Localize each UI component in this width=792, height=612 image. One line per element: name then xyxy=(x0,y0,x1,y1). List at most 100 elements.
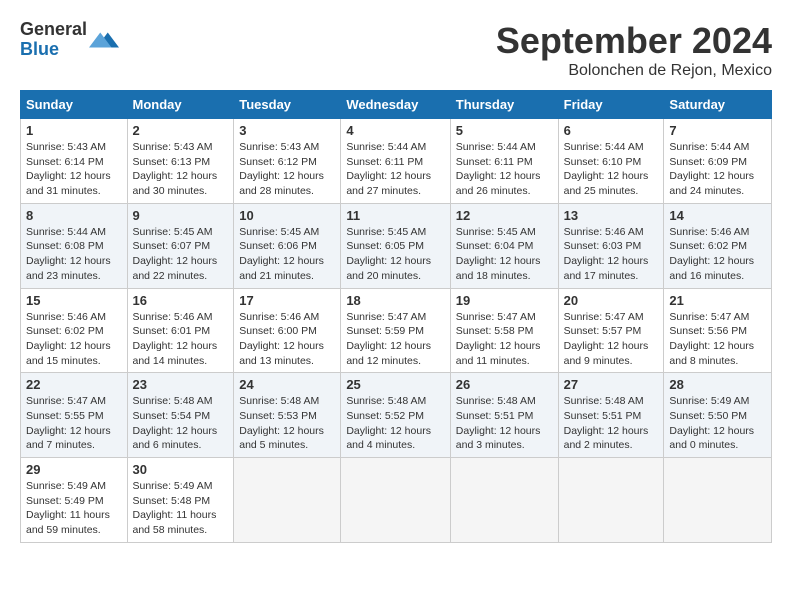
day-number: 25 xyxy=(346,377,444,392)
calendar-cell: 2 Sunrise: 5:43 AMSunset: 6:13 PMDayligh… xyxy=(127,119,234,204)
day-number: 8 xyxy=(26,208,122,223)
month-title: September 2024 xyxy=(496,20,772,62)
calendar-cell xyxy=(664,458,772,543)
header-monday: Monday xyxy=(127,91,234,119)
day-info: Sunrise: 5:43 AMSunset: 6:13 PMDaylight:… xyxy=(133,141,218,197)
calendar-cell: 28 Sunrise: 5:49 AMSunset: 5:50 PMDaylig… xyxy=(664,373,772,458)
day-info: Sunrise: 5:45 AMSunset: 6:07 PMDaylight:… xyxy=(133,226,218,282)
page-header: General Blue September 2024 Bolonchen de… xyxy=(20,20,772,80)
day-info: Sunrise: 5:47 AMSunset: 5:58 PMDaylight:… xyxy=(456,311,541,367)
calendar-row-1: 1 Sunrise: 5:43 AMSunset: 6:14 PMDayligh… xyxy=(21,119,772,204)
day-info: Sunrise: 5:47 AMSunset: 5:56 PMDaylight:… xyxy=(669,311,754,367)
day-info: Sunrise: 5:49 AMSunset: 5:50 PMDaylight:… xyxy=(669,395,754,451)
calendar-cell: 11 Sunrise: 5:45 AMSunset: 6:05 PMDaylig… xyxy=(341,203,450,288)
calendar-cell xyxy=(234,458,341,543)
day-number: 10 xyxy=(239,208,335,223)
calendar-cell xyxy=(341,458,450,543)
header-tuesday: Tuesday xyxy=(234,91,341,119)
calendar-cell: 8 Sunrise: 5:44 AMSunset: 6:08 PMDayligh… xyxy=(21,203,128,288)
day-number: 2 xyxy=(133,123,229,138)
day-info: Sunrise: 5:48 AMSunset: 5:52 PMDaylight:… xyxy=(346,395,431,451)
day-info: Sunrise: 5:46 AMSunset: 6:03 PMDaylight:… xyxy=(564,226,649,282)
location: Bolonchen de Rejon, Mexico xyxy=(496,62,772,80)
calendar-cell: 7 Sunrise: 5:44 AMSunset: 6:09 PMDayligh… xyxy=(664,119,772,204)
calendar-table: Sunday Monday Tuesday Wednesday Thursday… xyxy=(20,90,772,543)
day-info: Sunrise: 5:46 AMSunset: 6:02 PMDaylight:… xyxy=(26,311,111,367)
calendar-row-2: 8 Sunrise: 5:44 AMSunset: 6:08 PMDayligh… xyxy=(21,203,772,288)
logo-icon xyxy=(89,25,119,55)
calendar-cell: 18 Sunrise: 5:47 AMSunset: 5:59 PMDaylig… xyxy=(341,288,450,373)
calendar-cell: 30 Sunrise: 5:49 AMSunset: 5:48 PMDaylig… xyxy=(127,458,234,543)
header-friday: Friday xyxy=(558,91,664,119)
calendar-cell: 6 Sunrise: 5:44 AMSunset: 6:10 PMDayligh… xyxy=(558,119,664,204)
calendar-cell: 15 Sunrise: 5:46 AMSunset: 6:02 PMDaylig… xyxy=(21,288,128,373)
calendar-row-4: 22 Sunrise: 5:47 AMSunset: 5:55 PMDaylig… xyxy=(21,373,772,458)
day-info: Sunrise: 5:48 AMSunset: 5:51 PMDaylight:… xyxy=(564,395,649,451)
header-saturday: Saturday xyxy=(664,91,772,119)
day-info: Sunrise: 5:43 AMSunset: 6:12 PMDaylight:… xyxy=(239,141,324,197)
day-number: 16 xyxy=(133,293,229,308)
day-number: 20 xyxy=(564,293,659,308)
day-info: Sunrise: 5:49 AMSunset: 5:49 PMDaylight:… xyxy=(26,480,110,536)
calendar-cell: 22 Sunrise: 5:47 AMSunset: 5:55 PMDaylig… xyxy=(21,373,128,458)
day-number: 27 xyxy=(564,377,659,392)
day-info: Sunrise: 5:46 AMSunset: 6:00 PMDaylight:… xyxy=(239,311,324,367)
calendar-cell: 10 Sunrise: 5:45 AMSunset: 6:06 PMDaylig… xyxy=(234,203,341,288)
day-number: 26 xyxy=(456,377,553,392)
calendar-cell: 16 Sunrise: 5:46 AMSunset: 6:01 PMDaylig… xyxy=(127,288,234,373)
calendar-cell xyxy=(558,458,664,543)
day-info: Sunrise: 5:49 AMSunset: 5:48 PMDaylight:… xyxy=(133,480,217,536)
calendar-cell: 29 Sunrise: 5:49 AMSunset: 5:49 PMDaylig… xyxy=(21,458,128,543)
day-number: 11 xyxy=(346,208,444,223)
calendar-cell: 17 Sunrise: 5:46 AMSunset: 6:00 PMDaylig… xyxy=(234,288,341,373)
day-number: 12 xyxy=(456,208,553,223)
weekday-header-row: Sunday Monday Tuesday Wednesday Thursday… xyxy=(21,91,772,119)
day-number: 7 xyxy=(669,123,766,138)
day-number: 21 xyxy=(669,293,766,308)
day-info: Sunrise: 5:48 AMSunset: 5:54 PMDaylight:… xyxy=(133,395,218,451)
day-number: 3 xyxy=(239,123,335,138)
calendar-cell: 25 Sunrise: 5:48 AMSunset: 5:52 PMDaylig… xyxy=(341,373,450,458)
calendar-cell: 19 Sunrise: 5:47 AMSunset: 5:58 PMDaylig… xyxy=(450,288,558,373)
calendar-cell: 12 Sunrise: 5:45 AMSunset: 6:04 PMDaylig… xyxy=(450,203,558,288)
calendar-row-3: 15 Sunrise: 5:46 AMSunset: 6:02 PMDaylig… xyxy=(21,288,772,373)
day-info: Sunrise: 5:44 AMSunset: 6:09 PMDaylight:… xyxy=(669,141,754,197)
day-number: 30 xyxy=(133,462,229,477)
day-info: Sunrise: 5:45 AMSunset: 6:05 PMDaylight:… xyxy=(346,226,431,282)
calendar-cell: 1 Sunrise: 5:43 AMSunset: 6:14 PMDayligh… xyxy=(21,119,128,204)
day-info: Sunrise: 5:45 AMSunset: 6:04 PMDaylight:… xyxy=(456,226,541,282)
day-number: 15 xyxy=(26,293,122,308)
day-info: Sunrise: 5:44 AMSunset: 6:08 PMDaylight:… xyxy=(26,226,111,282)
day-info: Sunrise: 5:48 AMSunset: 5:53 PMDaylight:… xyxy=(239,395,324,451)
day-info: Sunrise: 5:44 AMSunset: 6:11 PMDaylight:… xyxy=(346,141,431,197)
calendar-cell: 26 Sunrise: 5:48 AMSunset: 5:51 PMDaylig… xyxy=(450,373,558,458)
day-info: Sunrise: 5:47 AMSunset: 5:55 PMDaylight:… xyxy=(26,395,111,451)
calendar-row-5: 29 Sunrise: 5:49 AMSunset: 5:49 PMDaylig… xyxy=(21,458,772,543)
day-number: 9 xyxy=(133,208,229,223)
day-number: 4 xyxy=(346,123,444,138)
day-number: 13 xyxy=(564,208,659,223)
day-info: Sunrise: 5:44 AMSunset: 6:10 PMDaylight:… xyxy=(564,141,649,197)
calendar-cell: 20 Sunrise: 5:47 AMSunset: 5:57 PMDaylig… xyxy=(558,288,664,373)
day-number: 18 xyxy=(346,293,444,308)
day-number: 14 xyxy=(669,208,766,223)
logo-general-text: General xyxy=(20,20,87,40)
logo: General Blue xyxy=(20,20,119,60)
day-number: 22 xyxy=(26,377,122,392)
calendar-cell: 9 Sunrise: 5:45 AMSunset: 6:07 PMDayligh… xyxy=(127,203,234,288)
day-info: Sunrise: 5:47 AMSunset: 5:57 PMDaylight:… xyxy=(564,311,649,367)
day-number: 28 xyxy=(669,377,766,392)
calendar-cell: 5 Sunrise: 5:44 AMSunset: 6:11 PMDayligh… xyxy=(450,119,558,204)
day-info: Sunrise: 5:45 AMSunset: 6:06 PMDaylight:… xyxy=(239,226,324,282)
day-info: Sunrise: 5:47 AMSunset: 5:59 PMDaylight:… xyxy=(346,311,431,367)
day-info: Sunrise: 5:44 AMSunset: 6:11 PMDaylight:… xyxy=(456,141,541,197)
calendar-cell: 24 Sunrise: 5:48 AMSunset: 5:53 PMDaylig… xyxy=(234,373,341,458)
day-number: 23 xyxy=(133,377,229,392)
day-number: 1 xyxy=(26,123,122,138)
calendar-cell: 3 Sunrise: 5:43 AMSunset: 6:12 PMDayligh… xyxy=(234,119,341,204)
day-info: Sunrise: 5:46 AMSunset: 6:02 PMDaylight:… xyxy=(669,226,754,282)
calendar-cell: 14 Sunrise: 5:46 AMSunset: 6:02 PMDaylig… xyxy=(664,203,772,288)
calendar-cell xyxy=(450,458,558,543)
day-info: Sunrise: 5:43 AMSunset: 6:14 PMDaylight:… xyxy=(26,141,111,197)
day-info: Sunrise: 5:46 AMSunset: 6:01 PMDaylight:… xyxy=(133,311,218,367)
